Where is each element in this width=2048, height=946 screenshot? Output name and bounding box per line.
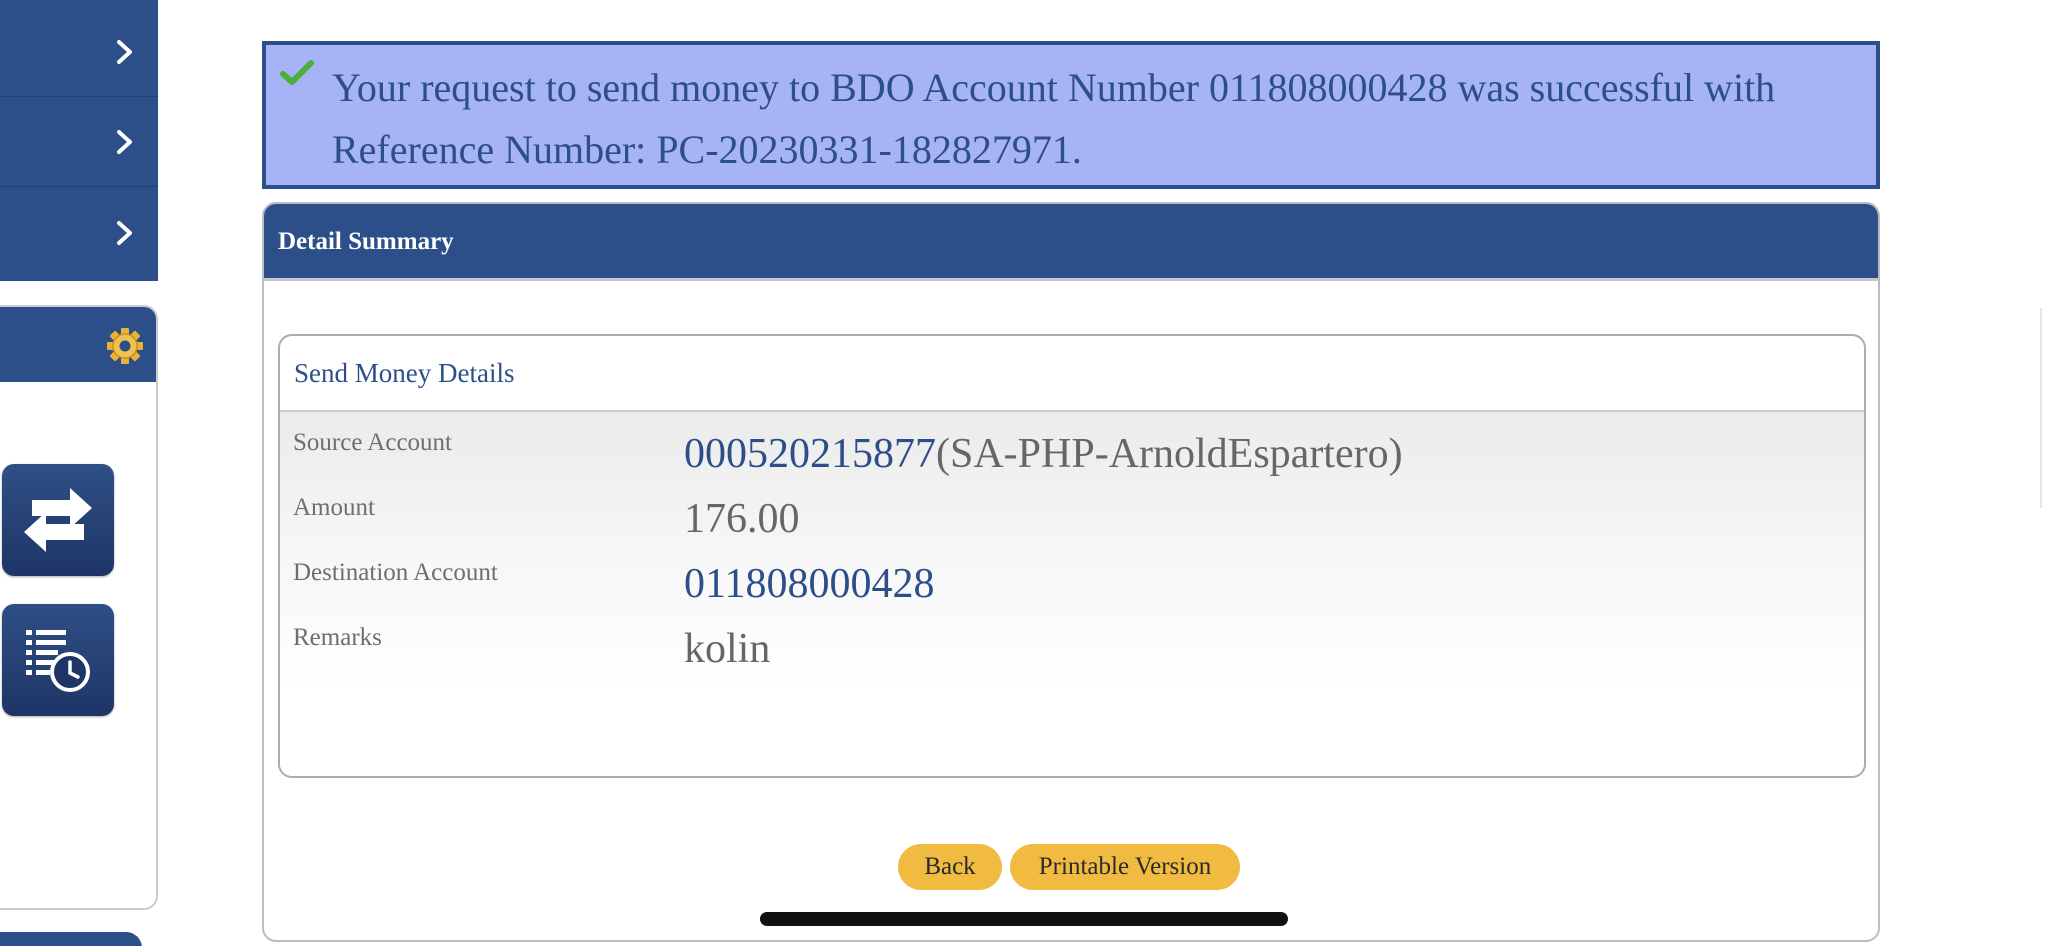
- chevron-right-icon: [117, 221, 132, 245]
- sidebar-item-1[interactable]: [0, 7, 158, 97]
- source-account-name: (SA-PHP-ArnoldEspartero): [936, 431, 1403, 477]
- sidebar-nav: [0, 0, 158, 281]
- destination-account-value: 011808000428: [684, 561, 935, 607]
- gear-icon[interactable]: [106, 327, 144, 365]
- send-money-details-title: Send Money Details: [294, 358, 515, 388]
- success-banner: Your request to send money to BDO Accoun…: [262, 41, 1880, 189]
- checkmark-icon: [280, 60, 314, 85]
- amount-label: Amount: [293, 494, 375, 521]
- chevron-right-icon: [117, 129, 132, 154]
- source-account-number: 000520215877: [684, 431, 936, 477]
- transfer-arrows-icon: [24, 488, 92, 552]
- scroll-edge: [2040, 308, 2042, 508]
- details-body: Source Account 000520215877(SA-PHP-Arnol…: [280, 410, 1864, 776]
- destination-account-label: Destination Account: [293, 559, 498, 586]
- detail-summary-card: Detail Summary Send Money Details Source…: [262, 202, 1880, 942]
- remarks-value: kolin: [684, 626, 771, 672]
- back-button[interactable]: Back: [898, 844, 1002, 890]
- sidebar-item-2[interactable]: [0, 97, 158, 187]
- quick-actions-header: [0, 307, 156, 382]
- transaction-history-button[interactable]: [2, 604, 114, 716]
- send-money-details-box: Send Money Details Source Account 000520…: [278, 334, 1866, 778]
- detail-summary-header: Detail Summary: [264, 204, 1878, 281]
- source-account-label: Source Account: [293, 429, 452, 456]
- amount-value: 176.00: [684, 496, 800, 542]
- sidebar-bottom-tab[interactable]: [0, 932, 142, 946]
- transfer-button[interactable]: [2, 464, 114, 576]
- printable-version-button[interactable]: Printable Version: [1010, 844, 1240, 890]
- detail-summary-title: Detail Summary: [278, 228, 454, 255]
- home-indicator[interactable]: [760, 912, 1288, 926]
- sidebar-item-3[interactable]: [0, 188, 158, 278]
- success-message: Your request to send money to BDO Accoun…: [332, 65, 1776, 172]
- page: Your request to send money to BDO Accoun…: [0, 0, 2048, 946]
- remarks-label: Remarks: [293, 624, 382, 651]
- transaction-history-icon: [26, 630, 90, 692]
- source-account-value: 000520215877(SA-PHP-ArnoldEspartero): [684, 430, 1403, 478]
- chevron-right-icon: [117, 39, 132, 64]
